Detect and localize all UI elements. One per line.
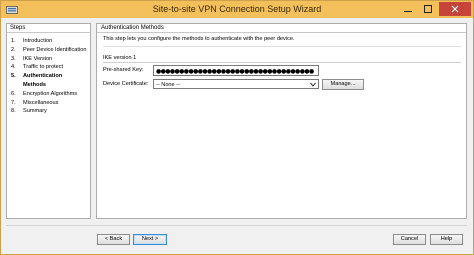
step-item-summary: 8. Summary	[11, 107, 90, 116]
step-label: IKE Version	[23, 55, 53, 62]
footer-divider	[6, 225, 467, 226]
page-title: Authentication Methods	[97, 24, 466, 33]
device-certificate-select[interactable]: -- None --	[153, 79, 319, 89]
step-label: Summary	[23, 108, 47, 115]
step-number: 3.	[11, 55, 16, 62]
step-item-authentication-current: 5. Authentication Methods	[11, 72, 90, 90]
steps-panel: Steps 1. Introduction 2. Peer Device Ident…	[6, 23, 91, 219]
content-panel: Authentication Methods This step lets yo…	[96, 23, 467, 219]
back-button[interactable]: < Back	[97, 234, 130, 245]
maximize-button[interactable]	[419, 2, 437, 16]
steps-header: Steps	[7, 24, 90, 33]
step-item-traffic: 4. Traffic to protect	[11, 63, 90, 72]
step-item-peer-device: 2. Peer Device Identification	[11, 46, 90, 55]
step-item-ike-version: 3. IKE Version	[11, 55, 90, 64]
step-label: Peer Device Identification	[23, 46, 87, 53]
close-icon	[451, 5, 459, 13]
step-number: 8.	[11, 108, 16, 115]
step-label: Introduction	[23, 38, 53, 44]
step-number: 6.	[11, 90, 16, 97]
cancel-button[interactable]: Cancel	[393, 234, 426, 245]
minimize-icon	[404, 11, 412, 12]
title-bar[interactable]: Site-to-site VPN Connection Setup Wizard	[1, 1, 473, 18]
step-item-encryption: 6. Encryption Algorithms	[11, 90, 90, 99]
step-number: 1.	[11, 38, 16, 44]
step-item-miscellaneous: 7. Miscellaneous	[11, 99, 90, 108]
divider	[103, 46, 461, 47]
pre-shared-key-value: ●●●●●●●●●●●●●●●●●●●●●●●●●●●●●●●●●●	[156, 68, 314, 75]
steps-list: 1. Introduction 2. Peer Device Identificat…	[7, 33, 90, 116]
step-number: 4.	[11, 64, 16, 71]
step-number: 2.	[11, 46, 16, 53]
step-number: 5.	[11, 73, 16, 80]
minimize-button[interactable]	[399, 2, 417, 16]
cert-label: Device Certificate:	[103, 81, 149, 87]
step-label: Authentication	[23, 73, 63, 80]
section-divider	[103, 62, 461, 63]
maximize-icon	[424, 5, 432, 13]
chevron-down-icon	[310, 82, 316, 89]
manage-certificates-button[interactable]: Manage...	[322, 79, 364, 90]
step-label: Traffic to protect	[23, 64, 64, 71]
pre-shared-key-field[interactable]: ●●●●●●●●●●●●●●●●●●●●●●●●●●●●●●●●●●	[153, 65, 319, 76]
ike-section-title: IKE version 1	[103, 55, 137, 61]
step-label: Miscellaneous	[23, 99, 59, 106]
next-button[interactable]: Next >	[133, 234, 167, 245]
psk-label: Pre-shared Key:	[103, 67, 144, 73]
step-number: 7.	[11, 99, 16, 106]
device-certificate-value: -- None --	[156, 82, 180, 88]
wizard-window: Site-to-site VPN Connection Setup Wizard…	[0, 0, 474, 255]
step-label-continued: Methods	[23, 81, 46, 88]
step-description: This step lets you configure the methods…	[103, 36, 295, 42]
step-item-introduction: 1. Introduction	[11, 37, 90, 46]
close-button[interactable]	[439, 2, 471, 16]
help-button[interactable]: Help	[430, 234, 463, 245]
step-label: Encryption Algorithms	[23, 90, 78, 97]
